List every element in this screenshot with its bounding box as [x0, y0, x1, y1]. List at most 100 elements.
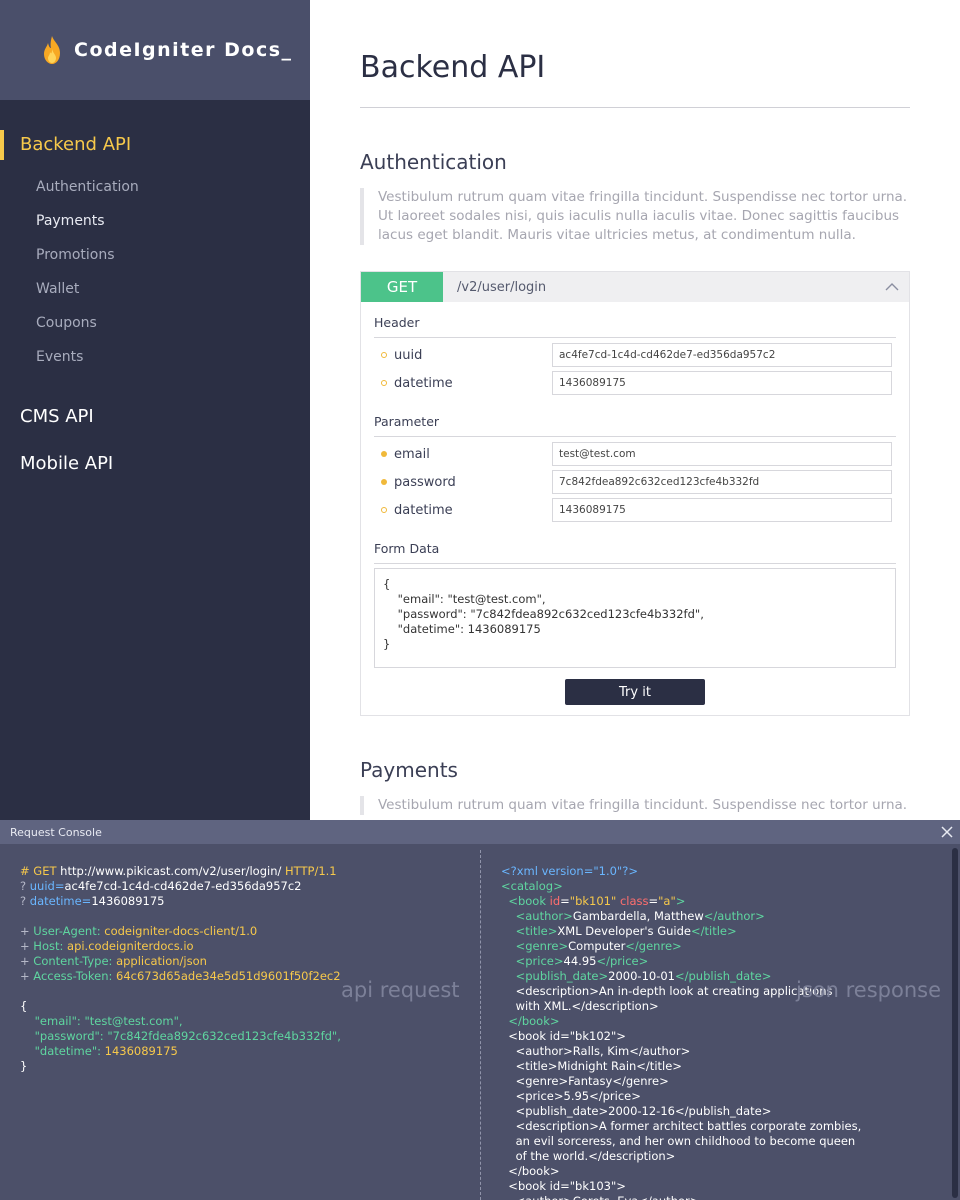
header-value: codeigniter-docs-client/1.0 [104, 924, 258, 938]
param-name: datetime [394, 502, 453, 518]
nav-group-cms-api: CMS API [0, 400, 310, 434]
header-key: Host: [33, 939, 64, 953]
brand-header[interactable]: CodeIgniter Docs_ [0, 0, 310, 100]
optional-dot-icon [381, 352, 387, 358]
response-line: <genre>Computer</genre> [515, 939, 682, 953]
response-line: <book id="bk103"> [501, 1179, 626, 1193]
header-params: uuid datetime [374, 338, 896, 397]
response-line: <catalog> [501, 879, 563, 893]
response-line: <title>XML Developer's Guide</title> [515, 924, 737, 938]
query-key: uuid= [29, 879, 65, 893]
body-line: "password": "7c842fdea892c632ced123cfe4b… [20, 1029, 460, 1044]
password-field[interactable] [552, 470, 892, 494]
body-line: "email": "test@test.com", [20, 1014, 460, 1029]
required-dot-icon [381, 479, 387, 485]
response-line: <title>Midnight Rain</title> [501, 1059, 682, 1073]
form-data-textarea[interactable]: { "email": "test@test.com", "password": … [374, 568, 896, 668]
query-value: ac4fe7cd-1c4d-cd462de7-ed356da957c2 [64, 879, 302, 893]
sidebar-item-payments[interactable]: Payments [0, 204, 310, 238]
query-value: 1436089175 [91, 894, 165, 908]
response-line: <book id="bk102"> [501, 1029, 626, 1043]
form-data-title: Form Data [374, 538, 896, 564]
response-line: <description>A former architect battles … [501, 1119, 862, 1133]
console-title: Request Console [10, 825, 102, 839]
sidebar-item-coupons[interactable]: Coupons [0, 306, 310, 340]
param-row: password [374, 468, 896, 496]
section-title-authentication: Authentication [360, 150, 507, 174]
query-line: ? uuid=ac4fe7cd-1c4d-cd462de7-ed356da957… [20, 879, 460, 894]
query-marker: ? [20, 879, 30, 893]
param-name: datetime [394, 375, 453, 391]
header-marker: + [20, 924, 34, 938]
response-line: <author>Gambardella, Matthew</author> [515, 909, 765, 923]
response-line: </book> [501, 1164, 560, 1178]
page-title: Backend API [360, 50, 546, 85]
close-icon[interactable] [940, 825, 954, 839]
response-line: of the world.</description> [501, 1149, 676, 1163]
endpoint-panel: GET /v2/user/login Header uuid datetime [360, 271, 910, 716]
query-marker: ? [20, 894, 30, 908]
json-response-label: json response [796, 978, 941, 1002]
request-url: http://www.pikicast.com/v2/user/login/ [60, 864, 282, 878]
body-close-brace: } [20, 1059, 28, 1073]
request-console: Request Console # GET http://www.pikicas… [0, 820, 960, 1200]
header-block-title: Header [374, 312, 896, 338]
sidebar-item-events[interactable]: Events [0, 340, 310, 374]
body-value: "7c842fdea892c632ced123cfe4b332fd", [107, 1029, 341, 1043]
endpoint-path: /v2/user/login [457, 279, 547, 295]
title-divider [360, 107, 910, 108]
nav-group-mobile-api: Mobile API [0, 447, 310, 481]
datetime-header-field[interactable] [552, 371, 892, 395]
body-line: "datetime": 1436089175 [20, 1044, 460, 1059]
response-line: <genre>Fantasy</genre> [501, 1074, 669, 1088]
response-line: <author>Ralls, Kim</author> [501, 1044, 691, 1058]
sidebar-item-authentication[interactable]: Authentication [0, 170, 310, 204]
param-name: email [394, 446, 430, 462]
nav-group-title-cms-api[interactable]: CMS API [0, 400, 310, 434]
console-scrollbar[interactable] [948, 844, 960, 1200]
api-request-label: api request [341, 978, 460, 1002]
request-line: # GET http://www.pikicast.com/v2/user/lo… [20, 864, 460, 879]
header-marker: + [20, 969, 34, 983]
response-line: <price>5.95</price> [501, 1089, 641, 1103]
header-value: 64c673d65ade34e5d51d9601f50f2ec2 [116, 969, 341, 983]
nav-group-title-backend-api[interactable]: Backend API [0, 128, 310, 162]
header-value: api.codeigniterdocs.io [67, 939, 194, 953]
try-it-button[interactable]: Try it [565, 679, 705, 705]
header-line: + Host: api.codeigniterdocs.io [20, 939, 460, 954]
header-key: User-Agent: [33, 924, 101, 938]
chevron-up-icon[interactable] [885, 280, 899, 294]
header-key: Access-Token: [33, 969, 113, 983]
section-title-payments: Payments [360, 758, 458, 782]
nav-group-title-mobile-api[interactable]: Mobile API [0, 447, 310, 481]
request-protocol: HTTP/1.1 [285, 864, 337, 878]
section-description: Vestibulum rutrum quam vitae fringilla t… [360, 188, 910, 245]
datetime-param-field[interactable] [552, 498, 892, 522]
brand-title: CodeIgniter Docs_ [74, 39, 293, 61]
scrollbar-thumb[interactable] [952, 848, 958, 1198]
response-line: <price>44.95</price> [515, 954, 649, 968]
param-name: password [394, 474, 456, 490]
json-response-pane: <?xml version="1.0"?> <catalog> <book id=… [501, 864, 941, 1200]
response-line: </book> [508, 1014, 560, 1028]
optional-dot-icon [381, 380, 387, 386]
endpoint-header[interactable]: GET /v2/user/login [361, 272, 909, 302]
body-params: email password datetime [374, 437, 896, 524]
email-field[interactable] [552, 442, 892, 466]
sidebar-item-promotions[interactable]: Promotions [0, 238, 310, 272]
flame-logo-icon [44, 36, 60, 64]
header-key: Content-Type: [33, 954, 113, 968]
main-content: Backend API Authentication Vestibulum ru… [360, 0, 910, 815]
parameter-block-title: Parameter [374, 411, 896, 437]
param-name: uuid [394, 347, 423, 363]
response-line: <publish_date>2000-12-16</publish_date> [501, 1104, 772, 1118]
param-row: email [374, 440, 896, 468]
sidebar-item-wallet[interactable]: Wallet [0, 272, 310, 306]
request-method: # GET [20, 864, 57, 878]
header-value: application/json [116, 954, 207, 968]
uuid-field[interactable] [552, 343, 892, 367]
sidebar-nav: Backend API Authentication Payments Prom… [0, 100, 310, 481]
header-marker: + [20, 939, 34, 953]
param-row: datetime [374, 496, 896, 524]
